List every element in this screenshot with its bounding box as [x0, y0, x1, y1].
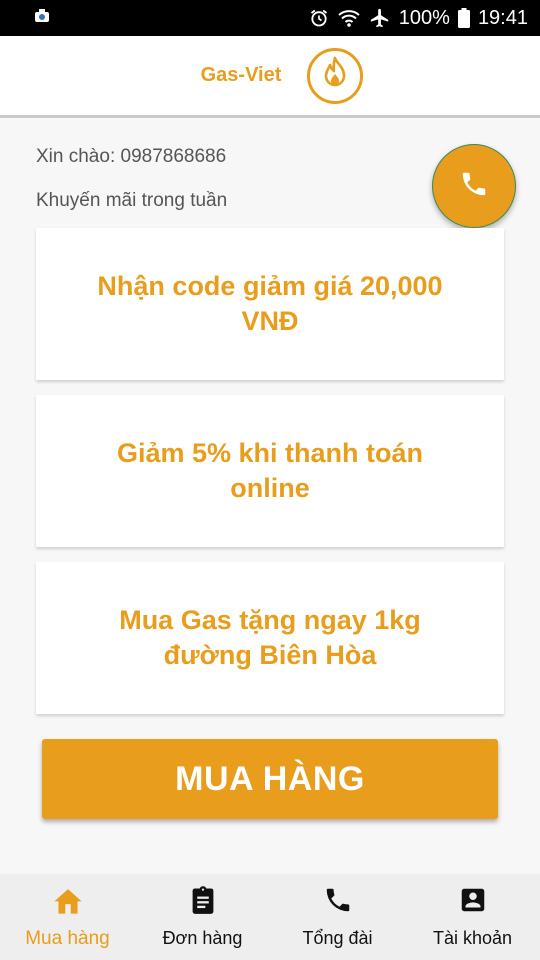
buy-button[interactable]: MUA HÀNG	[42, 739, 498, 819]
nav-label: Đơn hàng	[162, 928, 243, 948]
app-logo	[307, 47, 364, 104]
battery-percent: 100%	[398, 6, 450, 29]
clipboard-icon	[189, 885, 217, 920]
call-button[interactable]	[432, 144, 516, 228]
nav-item-orders[interactable]: Đơn hàng	[135, 874, 270, 960]
notification-app-icon	[34, 8, 50, 28]
account-box-icon	[458, 885, 488, 920]
nav-item-buy[interactable]: Mua hàng	[0, 874, 135, 960]
app-title: Gas-Viet	[200, 64, 282, 86]
home-icon	[51, 885, 85, 920]
nav-label: Mua hàng	[25, 927, 110, 949]
status-bar: 100% 19:41	[0, 0, 540, 36]
flame-icon	[320, 56, 350, 95]
nav-item-account[interactable]: Tài khoản	[405, 874, 540, 960]
alarm-icon	[309, 8, 329, 28]
promo-card[interactable]: Giảm 5% khi thanh toán online	[36, 395, 504, 547]
airplane-icon	[369, 7, 391, 29]
wifi-icon	[337, 8, 361, 28]
app-header: Gas-Viet	[0, 36, 540, 118]
phone-icon	[323, 885, 353, 920]
bottom-navigation: Mua hàng Đơn hàng Tổng đài Tài khoản	[0, 874, 540, 960]
nav-label: Tài khoản	[432, 928, 513, 948]
promo-section-title: Khuyến mãi trong tuần	[36, 190, 228, 211]
phone-icon	[459, 169, 489, 204]
promo-card[interactable]: Nhận code giảm giá 20,000 VNĐ	[36, 228, 504, 380]
clock-time: 19:41	[477, 6, 528, 29]
nav-label: Tổng đài	[302, 928, 373, 948]
greeting-text: Xin chào: 0987868686	[36, 146, 227, 167]
battery-icon	[457, 8, 470, 28]
nav-item-hotline[interactable]: Tổng đài	[270, 874, 405, 960]
promo-card[interactable]: Mua Gas tặng ngay 1kg đường Biên Hòa	[36, 562, 504, 714]
